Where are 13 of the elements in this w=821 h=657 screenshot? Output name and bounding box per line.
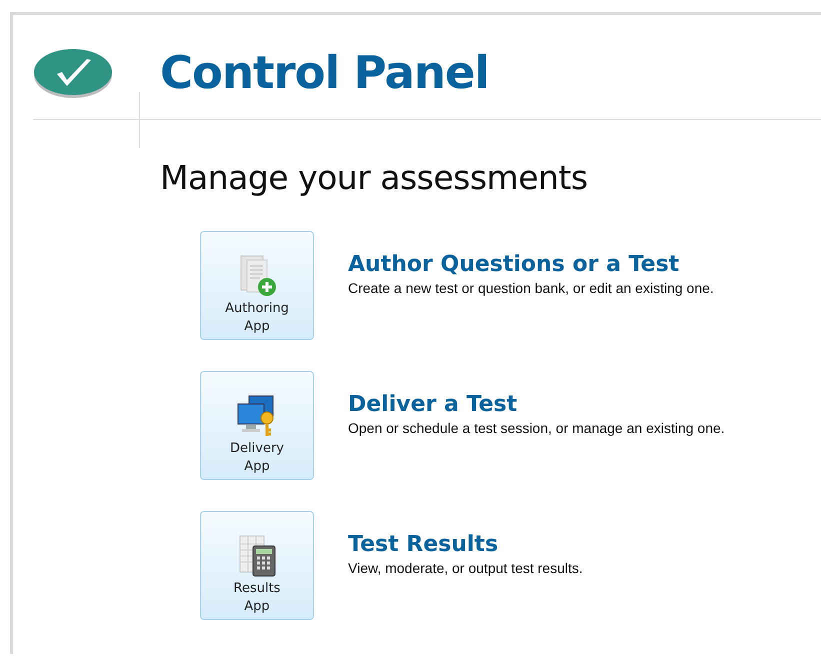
app-button[interactable]: Results App xyxy=(200,511,314,620)
app-title-link[interactable]: Test Results xyxy=(348,532,583,557)
app-button[interactable]: Delivery App xyxy=(200,371,314,480)
section-heading: Manage your assessments xyxy=(160,158,589,197)
checkmark-logo-icon xyxy=(33,48,115,100)
spreadsheet-calculator-icon xyxy=(237,534,277,578)
app-title-link[interactable]: Deliver a Test xyxy=(348,392,725,417)
app-title-link[interactable]: Author Questions or a Test xyxy=(348,252,714,277)
app-button[interactable]: Authoring App xyxy=(200,231,314,340)
page-title: Control Panel xyxy=(160,46,489,98)
app-description: Open or schedule a test session, or manage an existing one. xyxy=(348,420,725,436)
app-description: Create a new test or question bank, or edit an existing one. xyxy=(348,280,714,296)
app-description: View, moderate, or output test results. xyxy=(348,560,583,576)
